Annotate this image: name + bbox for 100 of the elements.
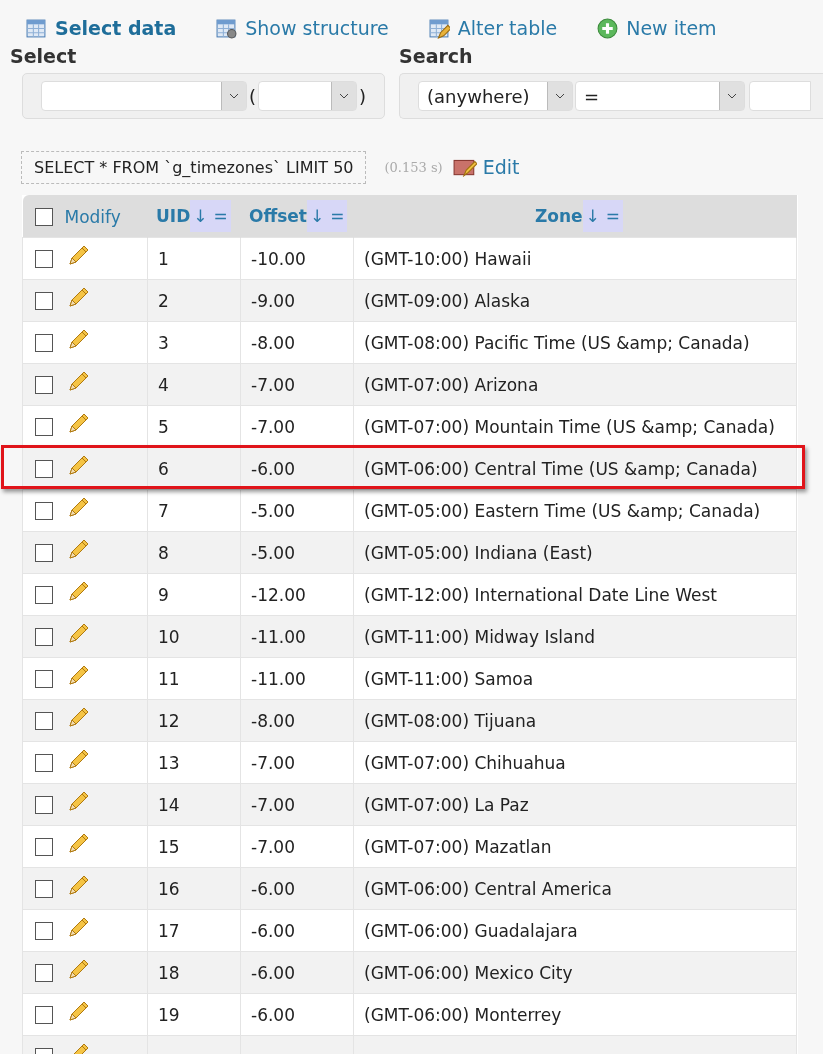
table-cell: -11.00: [251, 668, 306, 689]
row-checkbox[interactable]: [35, 669, 53, 688]
table-cell: 17: [158, 920, 180, 941]
table-gear-icon: [216, 17, 238, 39]
row-checkbox[interactable]: [35, 459, 53, 478]
row-checkbox[interactable]: [35, 333, 53, 352]
table-cell: 2: [158, 290, 169, 311]
table-cell: 5: [158, 416, 169, 437]
table-cell: -7.00: [251, 374, 295, 395]
caret-icon: [547, 82, 573, 110]
table-cell: 13: [158, 752, 180, 773]
value-field[interactable]: [749, 81, 812, 111]
table-cell: (GMT-06:00) Guadalajara: [364, 920, 578, 941]
row-checkbox[interactable]: [35, 753, 53, 772]
row-checkbox[interactable]: [35, 879, 53, 898]
table-cell: (GMT-06:00) Central America: [364, 878, 612, 899]
column-header[interactable]: UID: [156, 206, 191, 226]
filter-link[interactable]: =: [330, 206, 345, 226]
menu-link[interactable]: Select data: [26, 13, 177, 43]
select-all-checkbox[interactable]: [34, 207, 53, 226]
table-cell: 8: [158, 542, 169, 563]
table-cell: -6.00: [251, 962, 295, 983]
plus-icon: [597, 17, 619, 39]
section-title: Search: [399, 45, 474, 67]
paren: ): [359, 85, 367, 107]
table-cell: 6: [158, 458, 169, 479]
row-checkbox[interactable]: [35, 711, 53, 730]
table-cell: -5.00: [251, 542, 295, 563]
row-checkbox[interactable]: [35, 1005, 53, 1024]
table-cell: (GMT-08:00) Pacific Time (US &amp; Canada): [364, 332, 750, 353]
table-cell: -8.00: [251, 332, 295, 353]
query-time: (0.153 s): [384, 159, 443, 175]
row-checkbox[interactable]: [35, 921, 53, 940]
table-cell: 14: [158, 794, 180, 815]
menu-link[interactable]: New item: [597, 13, 717, 43]
sort-link[interactable]: ↓: [310, 206, 325, 226]
table-cell: -12.00: [251, 584, 306, 605]
table-cell: -6.00: [251, 878, 295, 899]
caret-icon: [221, 82, 246, 110]
paren: (: [249, 85, 257, 107]
table-cell: (GMT-07:00) Arizona: [364, 374, 539, 395]
row-checkbox[interactable]: [35, 291, 53, 310]
table-cell: 9: [158, 584, 169, 605]
row-checkbox[interactable]: [35, 501, 53, 520]
table-cell: 18: [158, 962, 180, 983]
row-checkbox[interactable]: [35, 585, 53, 604]
table-cell: (GMT-07:00) Mazatlan: [364, 836, 552, 857]
column-header[interactable]: Offset: [249, 206, 307, 226]
filter-link[interactable]: =: [605, 206, 620, 226]
table-cell: 15: [158, 836, 180, 857]
table-cell: -8.00: [251, 710, 295, 731]
table-cell: -11.00: [251, 626, 306, 647]
table-cell: -7.00: [251, 752, 295, 773]
table-cell: -10.00: [251, 248, 306, 269]
menu-link[interactable]: Alter table: [428, 13, 558, 43]
table-cell: (GMT-07:00) Mountain Time (US &amp; Canada): [364, 416, 775, 437]
table-cell: (GMT-05:00) Indiana (East): [364, 542, 593, 563]
row-checkbox[interactable]: [35, 627, 53, 646]
table-pencil-icon: [428, 17, 450, 39]
caret-icon: [719, 82, 745, 110]
operator-dropdown[interactable]: =: [575, 81, 746, 111]
table-cell: (GMT-12:00) International Date Line West: [364, 584, 718, 605]
sort-link[interactable]: ↓: [193, 206, 208, 226]
sql-pencil-icon: [452, 157, 477, 177]
table-cell: (GMT-11:00) Midway Island: [364, 626, 595, 647]
sort-link[interactable]: ↓: [585, 206, 600, 226]
filter-link[interactable]: =: [213, 206, 228, 226]
table-cell: -7.00: [251, 836, 295, 857]
table-cell: (GMT-11:00) Samoa: [364, 668, 534, 689]
table-cell: -6.00: [251, 920, 295, 941]
table-cell: (GMT-10:00) Hawaii: [364, 248, 532, 269]
table-cell: (GMT-06:00) Central Time (US &amp; Canada): [364, 458, 758, 479]
row-checkbox[interactable]: [35, 963, 53, 982]
edit-link[interactable]: Edit: [482, 156, 520, 178]
table-cell: (GMT-06:00) Mexico City: [364, 962, 573, 983]
row-checkbox[interactable]: [35, 543, 53, 562]
table-cell: -7.00: [251, 794, 295, 815]
table-cell: -7.00: [251, 416, 295, 437]
row-checkbox[interactable]: [35, 417, 53, 436]
row-checkbox[interactable]: [35, 375, 53, 394]
table-cell: 10: [158, 626, 180, 647]
table-cell: 16: [158, 878, 180, 899]
table-cell: (GMT-07:00) La Paz: [364, 794, 529, 815]
row-checkbox[interactable]: [35, 795, 53, 814]
menu-link[interactable]: Show structure: [216, 13, 389, 43]
column-header[interactable]: Zone: [534, 206, 583, 226]
table-cell: -9.00: [251, 290, 295, 311]
table-cell: (GMT-05:00) Eastern Time (US &amp; Canada): [364, 500, 761, 521]
table-icon: [26, 17, 47, 39]
row-checkbox[interactable]: [35, 837, 53, 856]
row-checkbox[interactable]: [35, 249, 53, 268]
column-dropdown[interactable]: (anywhere): [418, 81, 574, 111]
table-cell: -6.00: [251, 1004, 295, 1025]
table-cell: (GMT-08:00) Tijuana: [364, 710, 537, 731]
table-cell: 1: [158, 248, 169, 269]
caret-icon: [331, 82, 357, 110]
table-cell: (GMT-07:00) Chihuahua: [364, 752, 566, 773]
table-cell: 19: [158, 1004, 180, 1025]
sql-query: SELECT * FROM `g_timezones` LIMIT 50: [21, 150, 367, 184]
table-cell: -6.00: [251, 458, 295, 479]
